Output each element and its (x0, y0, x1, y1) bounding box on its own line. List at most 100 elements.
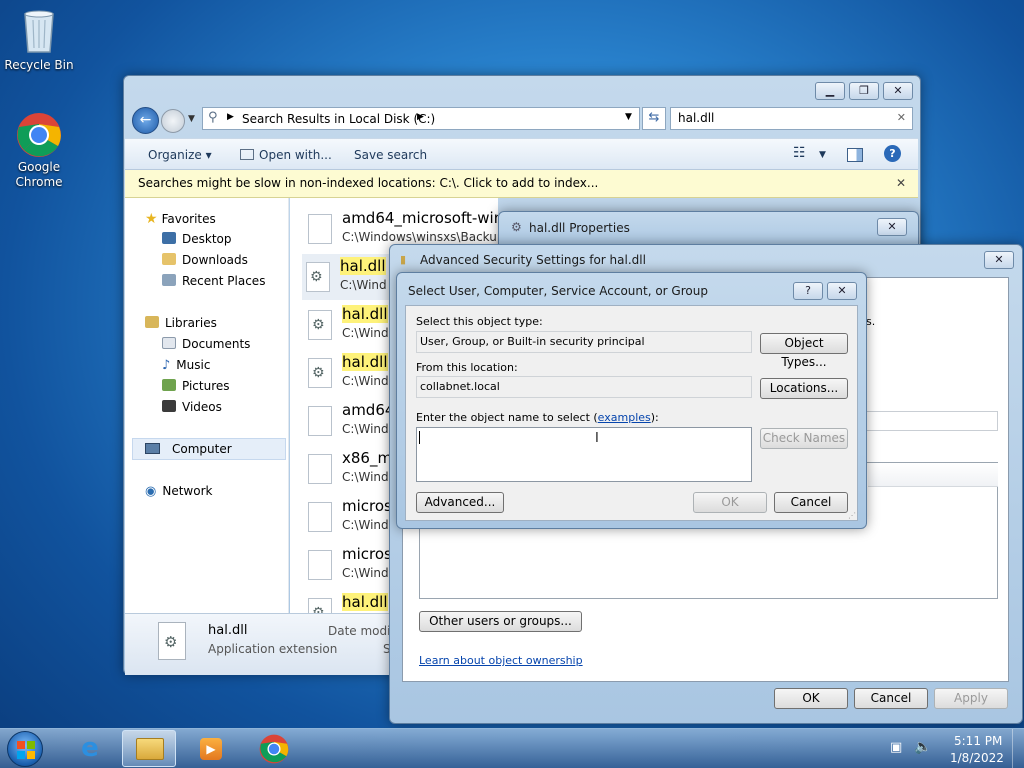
result-name: hal.dll (342, 305, 388, 323)
nav-documents[interactable]: Documents (162, 337, 250, 351)
taskbar-ie-button[interactable]: e (70, 733, 110, 765)
advanced-cancel-button[interactable]: Cancel (854, 688, 928, 709)
object-types-button[interactable]: Object Types... (760, 333, 848, 369)
other-users-button[interactable]: Other users or groups... (419, 611, 582, 632)
taskbar-media-player-button[interactable]: ▶ (190, 733, 230, 765)
dialog-close-button[interactable]: ✕ (827, 282, 857, 300)
preview-pane-icon[interactable] (847, 148, 863, 162)
forward-button[interactable] (161, 109, 185, 133)
help-icon[interactable]: ? (884, 145, 901, 162)
open-with-icon (240, 149, 254, 160)
nav-pictures-label: Pictures (182, 379, 230, 393)
nav-music[interactable]: ♪ Music (162, 358, 210, 373)
dll-file-icon: ⚙ (308, 358, 332, 388)
show-desktop-button[interactable] (1012, 729, 1024, 768)
clock-date[interactable]: 1/8/2022 (950, 751, 1004, 765)
chrome-desktop-icon[interactable]: Google Chrome (1, 112, 77, 190)
taskbar: e ▶ ▣ 🔈 5:11 PM 1/8/2022 (0, 728, 1024, 768)
back-button[interactable]: ← (132, 107, 159, 134)
advanced-search-button[interactable]: Advanced... (416, 492, 504, 513)
open-with-button[interactable]: Open with... (240, 148, 332, 162)
nav-libraries[interactable]: Libraries (145, 316, 217, 330)
dll-file-icon: ⚙ (308, 310, 332, 340)
resize-grip-icon[interactable]: ⋰ (848, 511, 856, 520)
address-bar[interactable]: ⚲ ▶ Search Results in Local Disk (C:) ▶ … (202, 107, 640, 130)
text-cursor (419, 431, 420, 444)
result-path: C:\Wind (342, 566, 389, 580)
network-tray-icon[interactable]: ▣ (890, 740, 902, 755)
organize-label: Organize (148, 148, 202, 162)
result-name: micros (342, 545, 392, 563)
refresh-button[interactable]: ⇆ (642, 107, 666, 130)
search-input[interactable]: hal.dll (678, 111, 714, 125)
object-type-field: User, Group, or Built-in security princi… (416, 331, 752, 353)
check-names-button[interactable]: Check Names (760, 428, 848, 449)
select-ok-button[interactable]: OK (693, 492, 767, 513)
i-beam-cursor-icon: I (595, 431, 599, 446)
command-bar: Organize ▾ Open with... Save search ☷ ▼ … (125, 138, 918, 170)
volume-tray-icon[interactable]: 🔈 (914, 739, 931, 755)
close-button[interactable]: ✕ (883, 82, 913, 100)
start-button[interactable] (7, 731, 43, 767)
object-name-input[interactable]: I (416, 427, 752, 482)
gear-icon: ⚙ (310, 269, 323, 285)
file-icon (308, 502, 332, 532)
location-label: From this location: (416, 361, 518, 374)
nav-videos-label: Videos (182, 400, 222, 414)
close-infobar-icon[interactable]: ✕ (896, 170, 906, 197)
nav-favorites-label: Favorites (161, 212, 216, 226)
internet-explorer-icon: e (81, 733, 99, 763)
clear-search-icon[interactable]: ✕ (897, 111, 906, 124)
search-box[interactable]: hal.dll ✕ (670, 107, 913, 130)
nav-desktop[interactable]: Desktop (162, 232, 232, 246)
music-icon: ♪ (162, 358, 171, 373)
taskbar-chrome-button[interactable] (254, 733, 294, 765)
open-with-label: Open with... (259, 148, 332, 162)
advanced-close-button[interactable]: ✕ (984, 251, 1014, 269)
result-name: hal.dll (342, 593, 388, 611)
pictures-icon (162, 379, 176, 391)
nav-computer[interactable]: Computer (132, 438, 286, 460)
address-dropdown-icon[interactable]: ▼ (625, 112, 632, 122)
dialog-help-button[interactable]: ? (793, 282, 823, 300)
owner-list-header (868, 463, 998, 487)
documents-icon (162, 337, 176, 349)
history-dropdown-icon[interactable]: ▼ (188, 114, 195, 124)
computer-icon (145, 443, 160, 454)
examples-link[interactable]: examples (598, 411, 651, 424)
advanced-apply-button[interactable]: Apply (934, 688, 1008, 709)
properties-close-button[interactable]: ✕ (877, 218, 907, 236)
nav-videos[interactable]: Videos (162, 400, 222, 414)
organize-button[interactable]: Organize ▾ (148, 148, 212, 162)
change-view-icon[interactable]: ☷ (793, 145, 806, 161)
view-dropdown-icon[interactable]: ▼ (819, 150, 826, 160)
advanced-ok-button[interactable]: OK (774, 688, 848, 709)
locations-button[interactable]: Locations... (760, 378, 848, 399)
index-info-bar[interactable]: Searches might be slow in non-indexed lo… (125, 170, 918, 198)
taskbar-explorer-button[interactable] (122, 730, 176, 767)
videos-icon (162, 400, 176, 412)
maximize-button[interactable]: ❐ (849, 82, 879, 100)
select-cancel-button[interactable]: Cancel (774, 492, 848, 513)
gear-icon: ⚙ (164, 633, 178, 651)
result-path: C:\Windows\winsxs\Backup (342, 230, 498, 244)
save-search-button[interactable]: Save search (354, 148, 427, 162)
date-modified-label: Date modifi (328, 624, 399, 638)
chrome-icon (17, 113, 61, 157)
select-user-title: Select User, Computer, Service Account, … (408, 284, 708, 298)
recycle-bin-desktop-icon[interactable]: Recycle Bin (1, 6, 77, 73)
clock-time[interactable]: 5:11 PM (954, 734, 1002, 748)
owner-name-field (858, 411, 998, 431)
nav-pictures[interactable]: Pictures (162, 379, 230, 393)
nav-downloads[interactable]: Downloads (162, 253, 248, 267)
result-path: C:\Wind (342, 470, 389, 484)
location-field: collabnet.local (416, 376, 752, 398)
chrome-label-line1: Google (17, 160, 61, 174)
nav-favorites[interactable]: ★ Favorites (145, 211, 216, 227)
learn-ownership-link[interactable]: Learn about object ownership (419, 654, 583, 667)
nav-recent-places[interactable]: Recent Places (162, 274, 265, 288)
result-path: C:\Wind (342, 518, 389, 532)
breadcrumb-chevron-icon: ▶ (227, 112, 234, 122)
minimize-button[interactable]: ▁ (815, 82, 845, 100)
nav-network[interactable]: ◉ Network (145, 484, 212, 499)
